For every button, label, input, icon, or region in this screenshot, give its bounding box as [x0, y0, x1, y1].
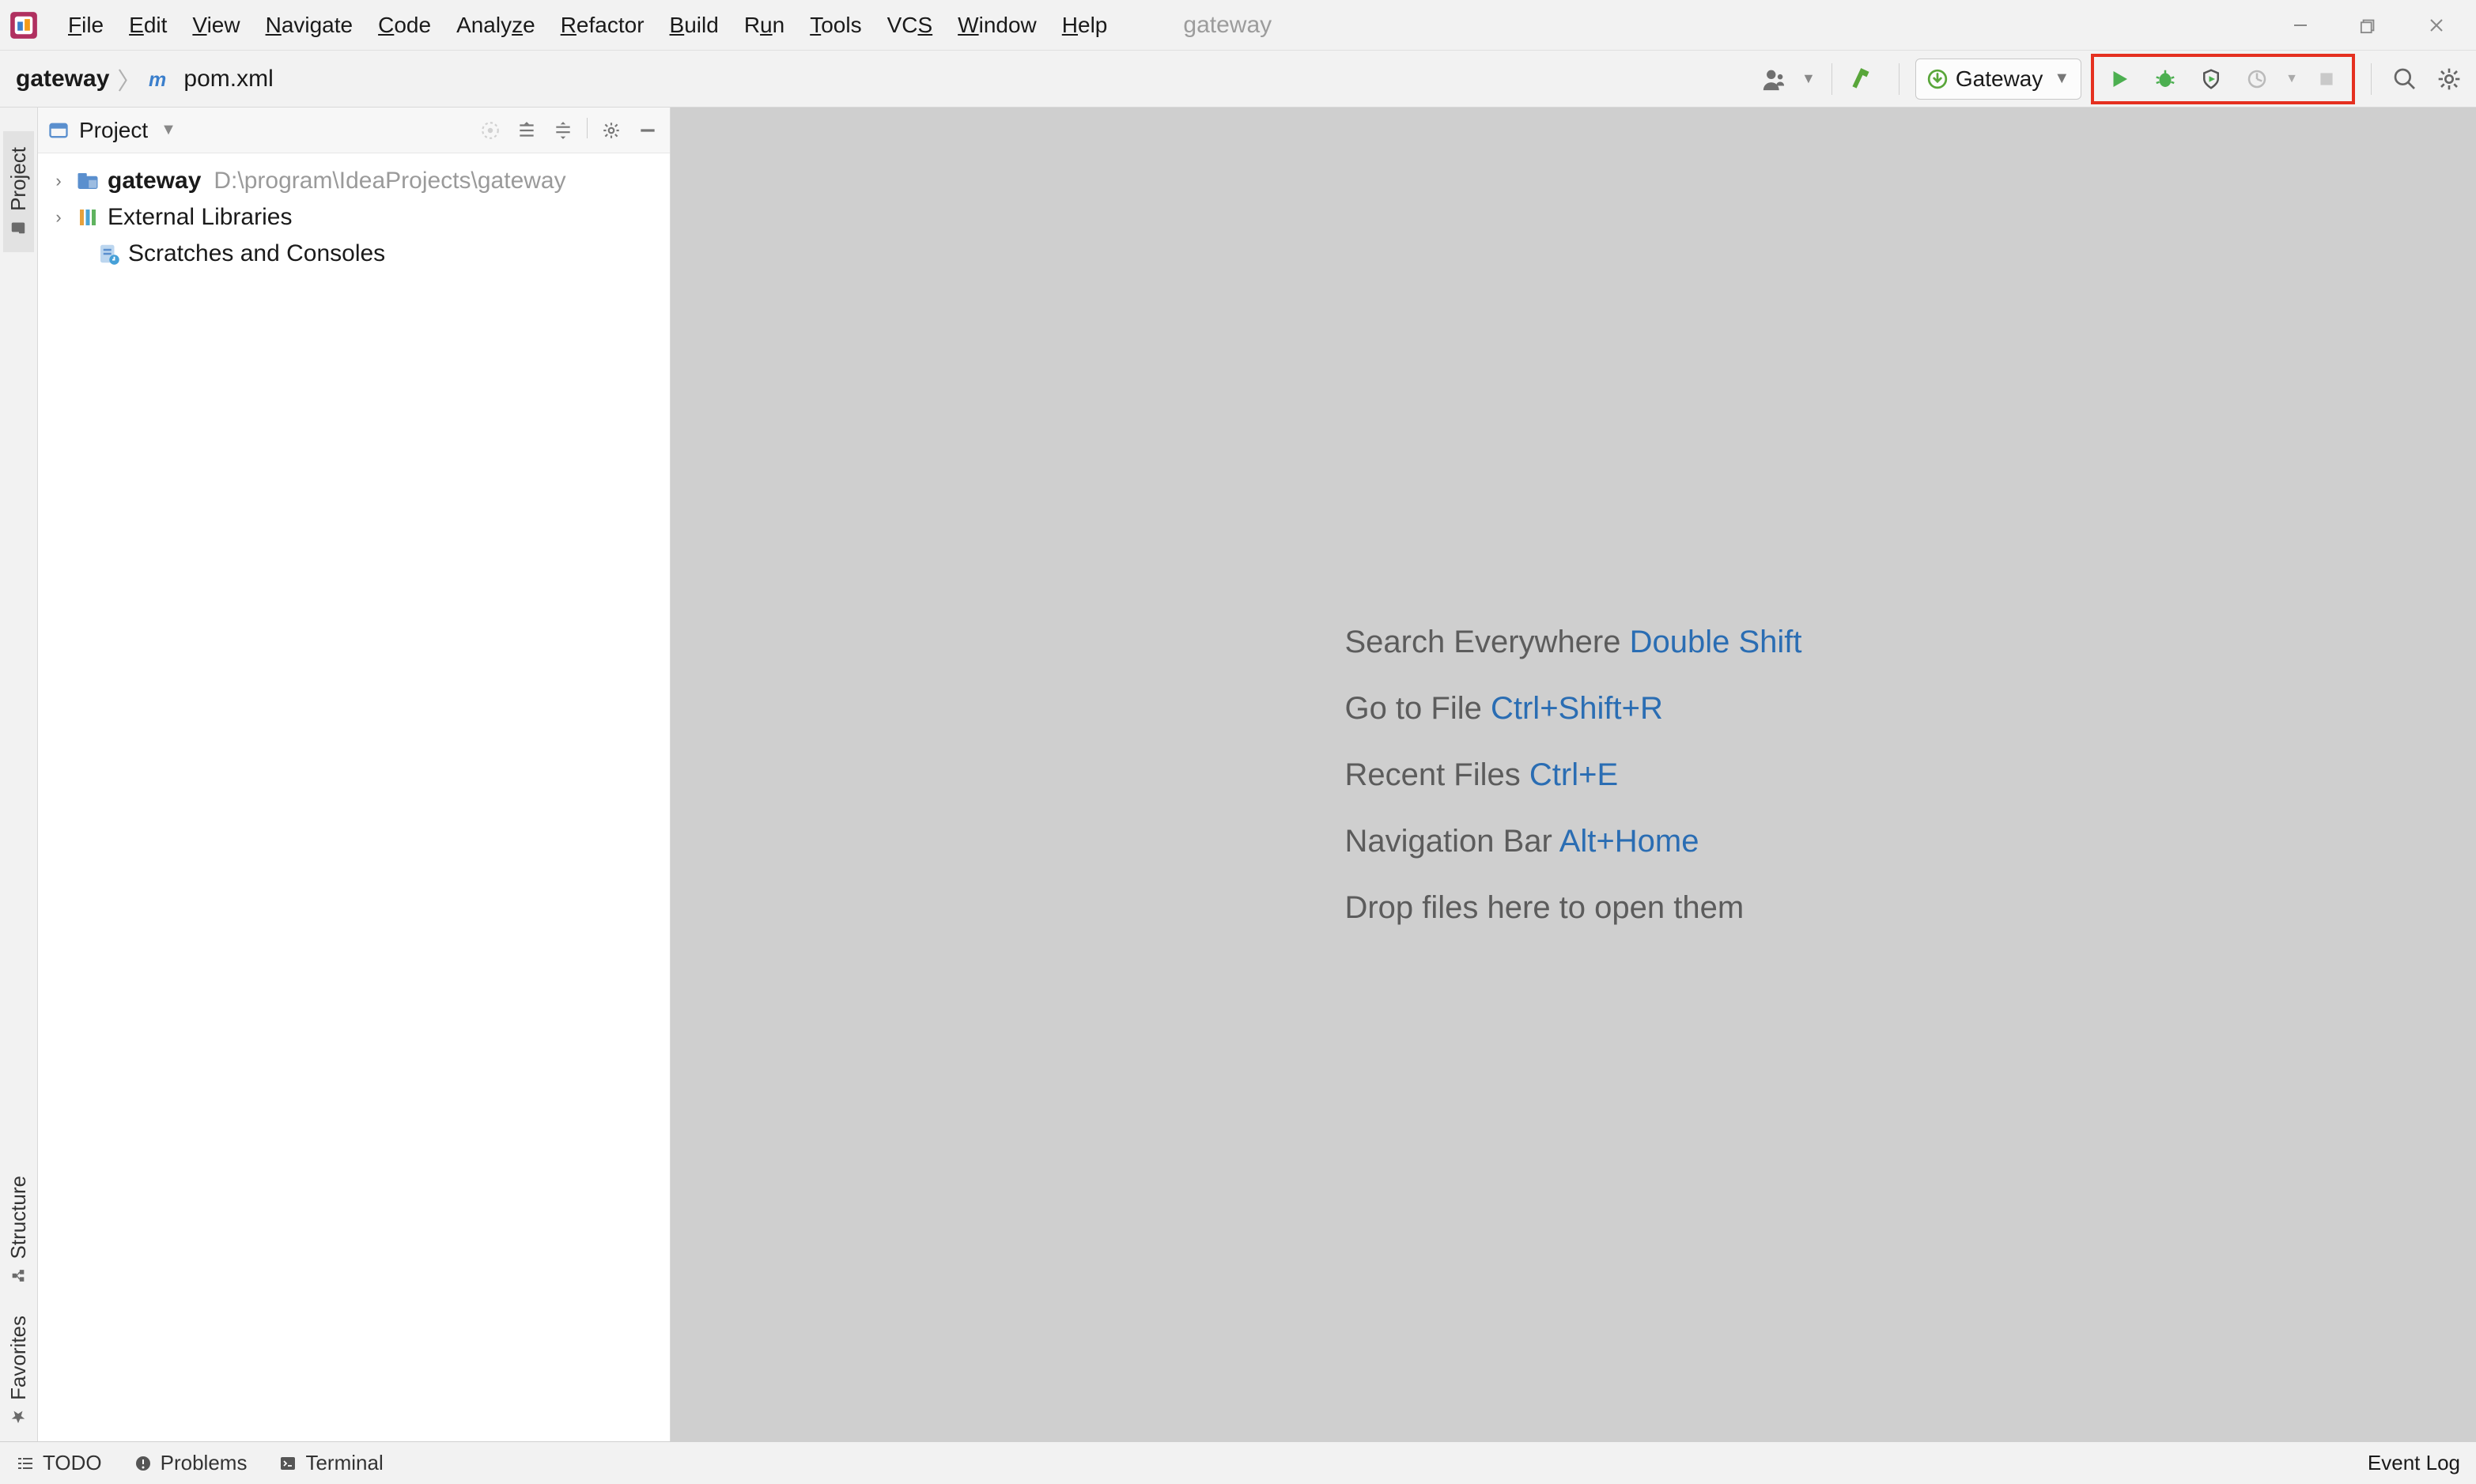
toolbar-right: ▼ Gateway ▼ ▼: [1757, 54, 2467, 104]
side-tab-project[interactable]: Project: [3, 131, 34, 252]
select-opened-file-icon[interactable]: [478, 118, 503, 143]
todo-icon: [16, 1454, 35, 1473]
editor-hints: Search Everywhere Double Shift Go to Fil…: [1344, 609, 1801, 941]
window-controls: [2286, 11, 2467, 40]
hint-row: Go to File Ctrl+Shift+R: [1344, 675, 1801, 742]
menu-edit[interactable]: Edit: [116, 8, 180, 43]
problems-icon: [134, 1454, 153, 1473]
breadcrumb-separator: 〉: [117, 62, 141, 96]
project-tree[interactable]: › gateway D:\program\IdeaProjects\gatewa…: [38, 153, 670, 281]
tree-node-path: D:\program\IdeaProjects\gateway: [214, 168, 565, 194]
libraries-icon: [76, 206, 100, 229]
dropdown-arrow-icon[interactable]: ▼: [161, 121, 176, 139]
dropdown-arrow-icon[interactable]: ▼: [2285, 72, 2298, 86]
user-icon[interactable]: [1757, 62, 1792, 96]
maximize-button[interactable]: [2354, 11, 2383, 40]
hint-row: Drop files here to open them: [1344, 874, 1801, 941]
panel-settings-icon[interactable]: [599, 118, 624, 143]
tree-node-external-libraries[interactable]: › External Libraries: [46, 199, 662, 236]
left-tool-window-bar: Project Structure Favorites: [0, 108, 38, 1441]
maven-file-icon: m: [149, 67, 172, 91]
main-area: Project Structure Favorites Project ▼: [0, 108, 2476, 1441]
project-panel-title[interactable]: Project: [79, 118, 148, 143]
bottom-tab-todo[interactable]: TODO: [16, 1451, 102, 1475]
menu-tools[interactable]: Tools: [797, 8, 874, 43]
bottom-tab-problems[interactable]: Problems: [134, 1451, 248, 1475]
tree-node-name: Scratches and Consoles: [128, 240, 385, 267]
menu-help[interactable]: Help: [1049, 8, 1121, 43]
hint-row: Navigation Bar Alt+Home: [1344, 808, 1801, 874]
toolbar-divider: [1831, 63, 1832, 95]
menu-refactor[interactable]: Refactor: [548, 8, 657, 43]
profile-button[interactable]: [2240, 62, 2274, 96]
side-tab-favorites[interactable]: Favorites: [3, 1300, 34, 1441]
close-button[interactable]: [2422, 11, 2451, 40]
project-view-icon: [47, 119, 70, 142]
menu-code[interactable]: Code: [365, 8, 444, 43]
chevron-right-icon[interactable]: ›: [49, 207, 68, 228]
dropdown-arrow-icon[interactable]: ▼: [1801, 70, 1816, 87]
menu-run[interactable]: Run: [731, 8, 797, 43]
navigation-bar: gateway 〉 m pom.xml ▼ Gateway ▼: [0, 51, 2476, 108]
run-configuration-name: Gateway: [1956, 66, 2043, 92]
build-hammer-icon[interactable]: [1848, 62, 1883, 96]
menu-bar: File Edit View Navigate Code Analyze Ref…: [0, 0, 2476, 51]
run-button[interactable]: [2102, 62, 2137, 96]
svg-text:m: m: [149, 68, 166, 90]
search-everywhere-button[interactable]: [2387, 62, 2422, 96]
run-buttons-highlight: ▼: [2091, 54, 2355, 104]
menu-build[interactable]: Build: [657, 8, 731, 43]
window-title: gateway: [1183, 12, 1272, 39]
menu-window[interactable]: Window: [945, 8, 1049, 43]
menu-file[interactable]: File: [55, 8, 116, 43]
hide-panel-icon[interactable]: [635, 118, 660, 143]
menu-view[interactable]: View: [180, 8, 252, 43]
tree-node-scratches[interactable]: Scratches and Consoles: [46, 236, 662, 272]
run-with-coverage-button[interactable]: [2194, 62, 2228, 96]
chevron-right-icon[interactable]: ›: [49, 171, 68, 191]
breadcrumb[interactable]: gateway 〉 m pom.xml: [16, 62, 274, 96]
tree-node-name: gateway: [108, 168, 201, 194]
tree-node-name: External Libraries: [108, 204, 292, 231]
bottom-tab-event-log[interactable]: Event Log: [2360, 1451, 2460, 1475]
hint-row: Search Everywhere Double Shift: [1344, 609, 1801, 675]
menu-navigate[interactable]: Navigate: [253, 8, 366, 43]
editor-empty-state[interactable]: Search Everywhere Double Shift Go to Fil…: [671, 108, 2476, 1441]
breadcrumb-file[interactable]: pom.xml: [183, 66, 273, 93]
spring-boot-icon: [1927, 69, 1948, 89]
project-panel-header: Project ▼: [38, 108, 670, 153]
hint-row: Recent Files Ctrl+E: [1344, 742, 1801, 808]
scratches-icon: [96, 242, 120, 266]
bottom-tab-terminal[interactable]: Terminal: [278, 1451, 383, 1475]
dropdown-arrow-icon: ▼: [2054, 70, 2070, 88]
breadcrumb-project[interactable]: gateway: [16, 66, 109, 93]
app-icon: [9, 11, 38, 40]
minimize-button[interactable]: [2286, 11, 2315, 40]
side-tab-structure[interactable]: Structure: [3, 1160, 34, 1301]
toolbar-divider: [2371, 63, 2372, 95]
run-configuration-selector[interactable]: Gateway ▼: [1915, 59, 2081, 100]
tree-node-root[interactable]: › gateway D:\program\IdeaProjects\gatewa…: [46, 163, 662, 199]
menu-vcs[interactable]: VCS: [875, 8, 946, 43]
module-folder-icon: [76, 169, 100, 193]
stop-button[interactable]: [2309, 62, 2344, 96]
settings-button[interactable]: [2432, 62, 2467, 96]
debug-button[interactable]: [2148, 62, 2183, 96]
project-tool-window: Project ▼: [38, 108, 671, 1441]
collapse-all-icon[interactable]: [550, 118, 576, 143]
menu-analyze[interactable]: Analyze: [444, 8, 548, 43]
toolbar-divider: [1899, 63, 1900, 95]
status-bar: TODO Problems Terminal Event Log: [0, 1441, 2476, 1484]
expand-all-icon[interactable]: [514, 118, 539, 143]
terminal-icon: [278, 1454, 297, 1473]
